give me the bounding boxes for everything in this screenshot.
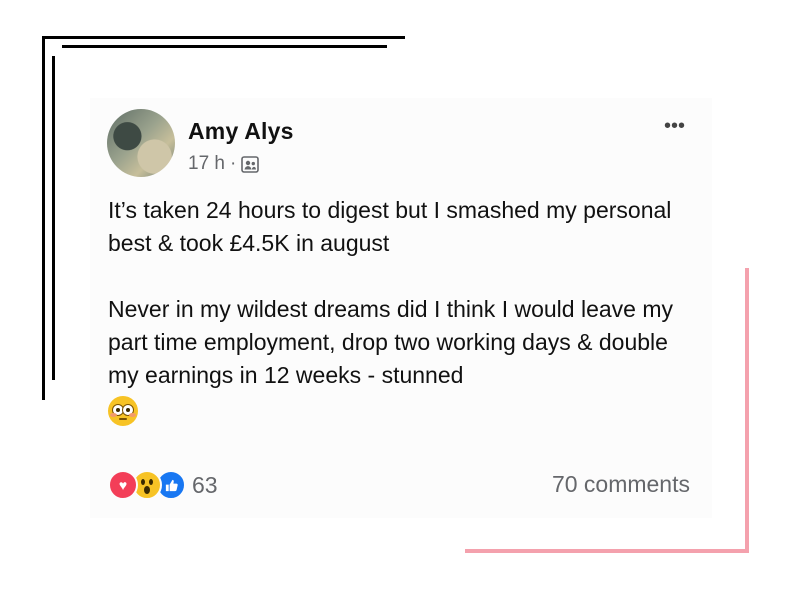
decor-frame-top-outer bbox=[42, 36, 405, 39]
post-meta: 17 h · bbox=[188, 153, 260, 175]
more-options-button[interactable]: ••• bbox=[664, 116, 685, 136]
friends-icon bbox=[241, 155, 260, 173]
reactions-summary[interactable]: ♥ 63 bbox=[108, 470, 218, 500]
meta-separator: · bbox=[229, 153, 237, 174]
decor-frame-pink-right bbox=[745, 268, 749, 553]
decor-frame-left-inner bbox=[52, 56, 55, 380]
love-reaction-icon: ♥ bbox=[108, 470, 138, 500]
post-time[interactable]: 17 h bbox=[188, 153, 225, 175]
decor-frame-pink-bottom bbox=[465, 549, 749, 553]
decor-frame-left-outer bbox=[42, 36, 45, 400]
post-paragraph-2: Never in my wildest dreams did I think I… bbox=[108, 296, 673, 388]
decor-frame-top-inner bbox=[62, 45, 387, 48]
avatar[interactable] bbox=[107, 109, 175, 177]
facebook-post-card: Amy Alys 17 h · ••• It’s taken 24 hours … bbox=[90, 98, 712, 518]
flushed-face-emoji bbox=[108, 396, 138, 426]
comments-link[interactable]: 70 comments bbox=[552, 471, 690, 498]
reaction-count: 63 bbox=[192, 471, 218, 498]
post-body: It’s taken 24 hours to digest but I smas… bbox=[108, 194, 693, 435]
author-name[interactable]: Amy Alys bbox=[188, 118, 294, 145]
post-paragraph-1: It’s taken 24 hours to digest but I smas… bbox=[108, 197, 672, 256]
